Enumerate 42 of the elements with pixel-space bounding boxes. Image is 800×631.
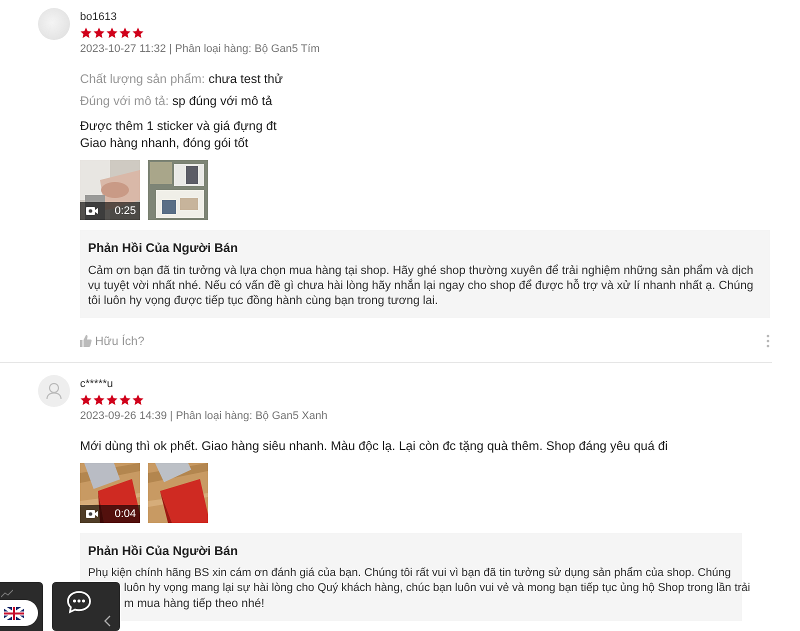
review-attribute: Chất lượng sản phẩm: chưa test thử bbox=[80, 71, 284, 87]
review-attribute: Đúng với mô tả: sp đúng với mô tả bbox=[80, 93, 274, 109]
chart-icon bbox=[1, 588, 13, 598]
review-comment: Giao hàng nhanh, đóng gói tốt bbox=[80, 135, 250, 152]
reply-text: m mua hàng tiếp theo nhé! bbox=[124, 596, 264, 610]
review-meta: 2023-10-27 11:32 | Phân loại hàng: Bộ Gan5 Tím bbox=[80, 42, 321, 57]
video-duration: 0:04 bbox=[114, 506, 136, 522]
star-icon bbox=[106, 27, 118, 39]
review-comment: Mới dùng thì ok phết. Giao hàng siêu nhanh. Màu độc lạ. Lại còn đc tặng quà thêm. Shop đáng yêu quá đi bbox=[80, 438, 669, 455]
star-icon bbox=[80, 394, 92, 406]
username: bo1613 bbox=[80, 10, 118, 24]
media-thumbnail[interactable] bbox=[148, 160, 208, 220]
media-thumbnail[interactable] bbox=[148, 462, 208, 523]
reply-text: Cảm ơn bạn đã tin tưởng và lựa chọn mua hàng tại shop. Hãy ghé shop thường xuyên để trải nghiệm những sản phẩm và dịch vụ tuyệt vời nhất nhé. Nếu có vấn đề gì chưa hài lòng hãy nhắn lại ngay cho shop để được hỗ trợ và xử lí nhanh nhất ạ. Chúng tôi luôn hy vọng được tiếp tục đồng hành cùng bạn trong tương lai. bbox=[88, 262, 754, 308]
review-meta: 2023-09-26 14:39 | Phân loại hàng: Bộ Gan5 Xanh bbox=[80, 408, 328, 424]
video-duration: 0:25 bbox=[114, 204, 136, 219]
reply-text: Phụ kiện chính hãng BS xin cám ơn đánh giá của bạn. Chúng tôi rất vui vì bạn đã tin tưởng sử dụng sản phẩm của shop. Chúng bbox=[88, 566, 731, 580]
chevron-left-icon bbox=[104, 615, 111, 627]
video-icon bbox=[86, 206, 98, 216]
star-icon bbox=[119, 394, 131, 406]
reply-title: Phản Hồi Của Người Bán bbox=[88, 542, 239, 560]
star-icon bbox=[93, 394, 105, 406]
more-icon bbox=[766, 334, 770, 348]
star-icon bbox=[132, 394, 144, 406]
star-icon bbox=[132, 27, 144, 39]
star-icon bbox=[119, 27, 131, 39]
chat-button[interactable] bbox=[52, 582, 120, 631]
flag-button[interactable] bbox=[0, 600, 38, 626]
username: c*****u bbox=[80, 376, 114, 391]
star-icon bbox=[93, 27, 105, 39]
media-thumbnail[interactable]: 0:25 bbox=[80, 160, 140, 220]
reply-title: Phản Hồi Của Người Bán bbox=[88, 240, 239, 257]
thumbs-up-icon bbox=[80, 334, 92, 347]
star-icon bbox=[106, 394, 118, 406]
chat-icon bbox=[66, 590, 92, 614]
star-icon bbox=[80, 27, 92, 39]
flag-icon bbox=[4, 606, 24, 620]
language-widget[interactable] bbox=[0, 582, 43, 631]
media-thumbnail[interactable]: 0:04 bbox=[80, 462, 140, 523]
reply-text: luôn hy vọng mang lại sự hài lòng cho Quý khách hàng, chúc bạn luôn vui vẻ và mong bạn tiếp tục ủng hộ Shop trong lần trải bbox=[124, 580, 750, 596]
user-icon bbox=[46, 382, 62, 400]
review-comment: Được thêm 1 sticker và giá đựng đt bbox=[80, 118, 278, 135]
